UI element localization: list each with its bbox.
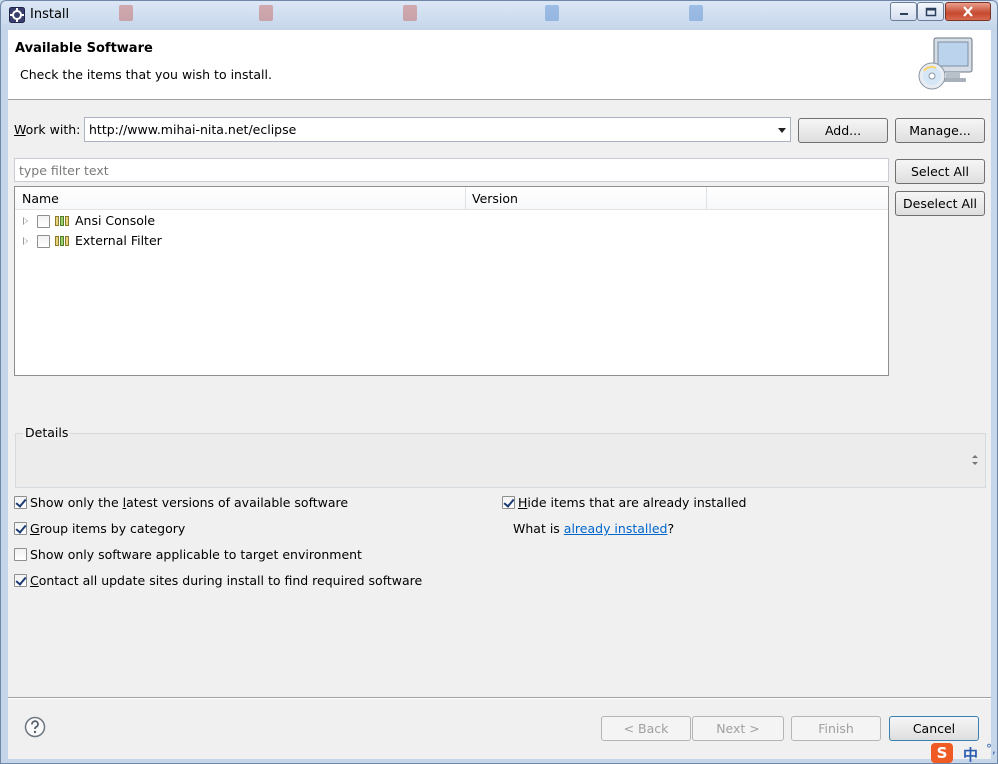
checkbox[interactable] <box>14 548 27 561</box>
minimize-button[interactable] <box>890 2 917 21</box>
page-description: Check the items that you wish to install… <box>20 67 272 82</box>
background-taskbar-icon <box>259 5 273 21</box>
window-title: Install <box>30 7 70 22</box>
maximize-button[interactable] <box>917 2 944 21</box>
checkbox[interactable] <box>502 496 515 509</box>
column-divider[interactable] <box>465 187 466 209</box>
feature-group-icon <box>55 236 69 246</box>
column-header-version[interactable]: Version <box>472 191 518 206</box>
item-checkbox[interactable] <box>37 235 50 248</box>
tree-row[interactable]: Ansi Console <box>15 211 888 231</box>
checkbox[interactable] <box>14 496 27 509</box>
already-installed-link[interactable]: already installed <box>564 521 668 536</box>
checkbox[interactable] <box>14 574 27 587</box>
minimize-icon <box>899 12 908 15</box>
close-icon <box>963 6 973 17</box>
checkbox-label: Show only the latest versions of availab… <box>30 495 349 510</box>
scroll-arrows-icon[interactable] <box>971 452 979 468</box>
item-checkbox[interactable] <box>37 215 50 228</box>
tree-row[interactable]: External Filter <box>15 231 888 251</box>
dropdown-arrow-icon[interactable] <box>778 128 786 133</box>
finish-button[interactable]: Finish <box>791 716 881 741</box>
checkbox[interactable] <box>14 522 27 535</box>
background-taskbar-icon <box>403 5 417 21</box>
restore-icon <box>925 7 936 16</box>
checkbox-label: Contact all update sites during install … <box>30 573 423 588</box>
item-name: Ansi Console <box>75 213 156 228</box>
help-icon[interactable] <box>24 716 46 738</box>
manage-button[interactable]: Manage... <box>895 118 985 143</box>
feature-group-icon <box>55 216 69 226</box>
work-with-combo[interactable]: http://www.mihai-nita.net/eclipse <box>84 117 791 142</box>
ime-punctuation-indicator[interactable]: °, <box>986 742 996 756</box>
monitor-cd-icon <box>918 37 973 90</box>
available-software-tree[interactable]: Name Version Ansi Console External Filte… <box>14 186 889 376</box>
filter-input[interactable] <box>19 162 879 178</box>
background-taskbar-icon <box>119 5 133 21</box>
eclipse-install-icon <box>9 7 25 23</box>
ime-language-indicator[interactable]: 中 <box>963 744 978 763</box>
details-label: Details <box>23 425 71 440</box>
expand-arrow-icon[interactable] <box>23 217 28 225</box>
footer-separator <box>8 697 991 699</box>
page-title: Available Software <box>15 41 153 56</box>
sogou-logo-icon[interactable]: S <box>931 743 953 763</box>
checkbox-label: Group items by category <box>30 521 186 536</box>
background-taskbar-icon <box>545 5 559 21</box>
checkbox-label: Show only software applicable to target … <box>30 547 362 562</box>
expand-arrow-icon[interactable] <box>23 237 28 245</box>
ime-status-bar[interactable]: S 中 °, <box>931 742 997 763</box>
cancel-button[interactable]: Cancel <box>889 716 979 741</box>
already-installed-text: What is already installed? <box>513 521 675 536</box>
work-with-value: http://www.mihai-nita.net/eclipse <box>89 122 297 137</box>
item-name: External Filter <box>75 233 162 248</box>
close-button[interactable] <box>945 2 991 21</box>
next-button[interactable]: Next > <box>692 716 784 741</box>
work-with-label: Work with: <box>14 122 81 137</box>
details-group: Details <box>14 425 986 488</box>
title-bar[interactable]: Install <box>1 1 997 29</box>
tree-header: Name Version <box>15 187 888 210</box>
back-button[interactable]: < Back <box>601 716 691 741</box>
column-divider[interactable] <box>706 187 707 209</box>
add-button[interactable]: Add... <box>798 118 888 143</box>
checkbox-label: Hide items that are already installed <box>518 495 747 510</box>
select-all-button[interactable]: Select All <box>895 159 985 184</box>
background-taskbar-icon <box>689 5 703 21</box>
wizard-banner: Available Software Check the items that … <box>8 30 991 100</box>
install-dialog-window: Install Available Software Check the ite… <box>0 0 998 764</box>
column-header-name[interactable]: Name <box>22 191 59 206</box>
dialog-client-area: Available Software Check the items that … <box>8 30 991 759</box>
filter-field[interactable] <box>14 158 889 182</box>
deselect-all-button[interactable]: Deselect All <box>895 191 985 216</box>
details-text-area[interactable] <box>15 433 986 488</box>
